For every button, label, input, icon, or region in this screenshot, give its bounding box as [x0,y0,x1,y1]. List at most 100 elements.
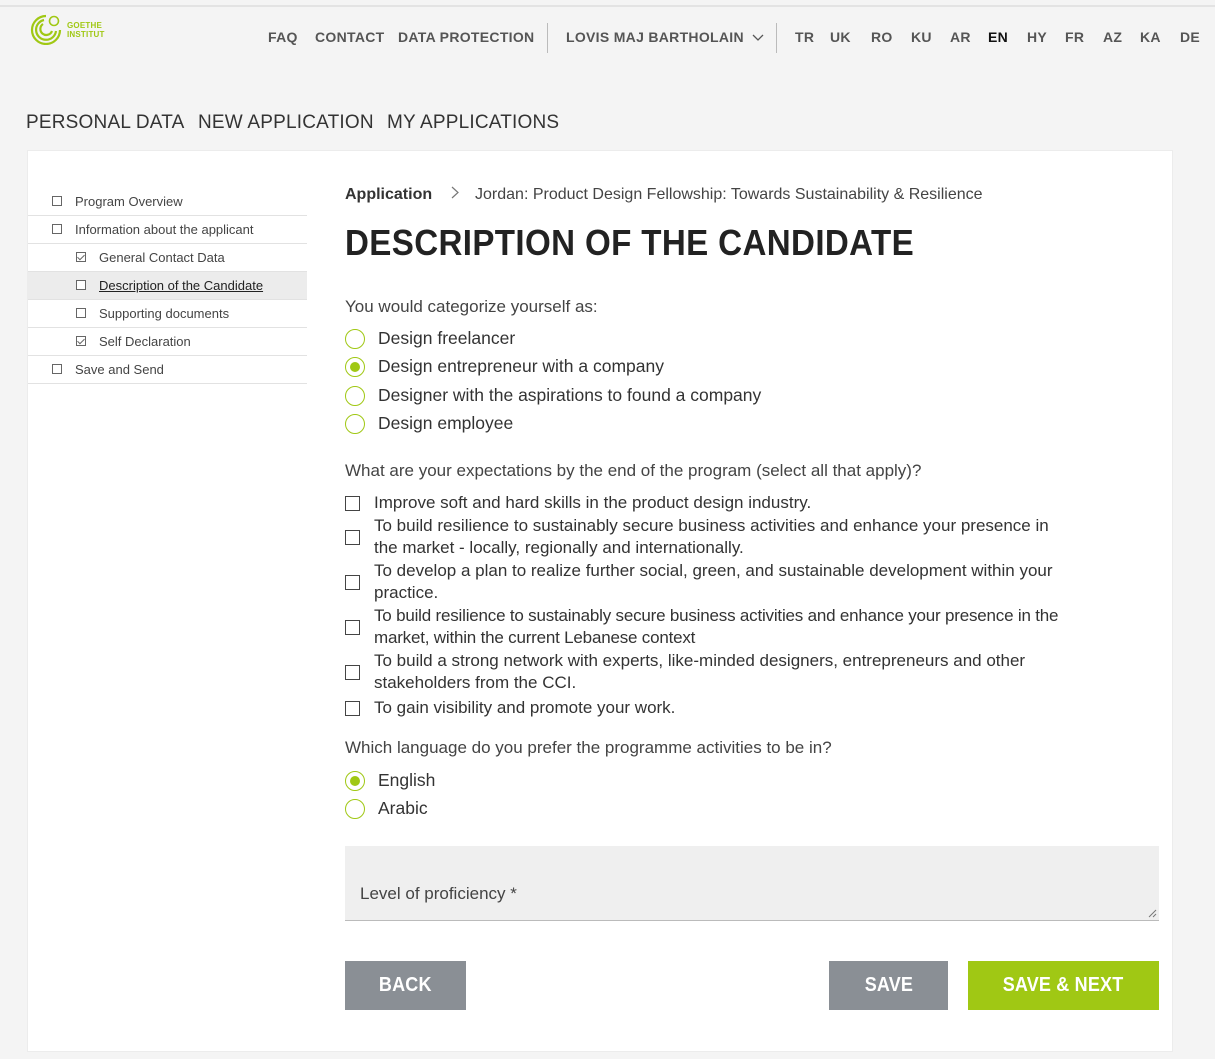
checkbox-label-line1: To develop a plan to realize further soc… [374,561,1053,580]
breadcrumb-current: Jordan: Product Design Fellowship: Towar… [475,186,983,203]
page-title: DESCRIPTION OF THE CANDIDATE [345,222,915,263]
lang-en[interactable]: EN [988,29,1008,45]
goethe-institut-logo[interactable]: GOETHE INSTITUT [27,13,137,49]
lang-az[interactable]: AZ [1103,29,1122,45]
top-border [0,5,1215,7]
question-language-label: Which language do you prefer the program… [345,738,832,757]
checkbox-label-line2: market, within the current Lebanese cont… [374,628,696,647]
user-name: LOVIS MAJ BARTHOLAIN [566,29,744,45]
breadcrumb: Application Jordan: Product Design Fello… [345,186,983,204]
sidebar-item-supporting-documents[interactable]: Supporting documents [28,300,307,328]
checkbox-label-line1: To build resilience to sustainably secur… [374,606,1059,625]
sidebar-item-label: Save and Send [75,362,164,377]
chevron-right-icon [451,186,459,204]
nav-faq[interactable]: FAQ [268,29,298,45]
checkbox-label-line2: practice. [374,583,439,602]
tab-personal-data[interactable]: PERSONAL DATA [26,112,185,134]
save-button[interactable]: SAVE [829,961,948,1010]
checkbox-label-line1: To build a strong network with experts, … [374,651,1026,670]
checkbox-icon [52,196,62,206]
sidebar-item-label: Self Declaration [99,334,191,349]
checkbox-build-resilience-lebanese[interactable]: To build resilience to sustainably secur… [345,605,1175,649]
checkbox-checked-icon [76,336,86,346]
logo-text-line2: INSTITUT [67,30,105,39]
checkbox-label-line1: To build resilience to sustainably secur… [374,516,1049,535]
sidebar-item-label: Information about the applicant [75,222,254,237]
tab-my-applications[interactable]: MY APPLICATIONS [387,112,559,134]
resize-handle-icon[interactable] [1147,908,1157,918]
save-and-next-label: SAVE & NEXT [1003,974,1124,996]
sidebar-item-save-and-send[interactable]: Save and Send [28,356,307,384]
radio-button-selected[interactable] [345,357,365,377]
save-button-label: SAVE [864,974,913,996]
checkbox-label: Improve soft and hard skills in the prod… [374,493,812,512]
nav-data-protection[interactable]: DATA PROTECTION [398,29,534,45]
user-menu[interactable]: LOVIS MAJ BARTHOLAIN [566,29,764,45]
back-button[interactable]: BACK [345,961,466,1010]
radio-label: English [378,770,436,790]
checkbox-build-resilience-market[interactable]: To build resilience to sustainably secur… [345,515,1175,559]
lang-ku[interactable]: KU [911,29,932,45]
checkbox[interactable] [345,665,360,680]
checkbox-icon [76,280,86,290]
radio-button[interactable] [345,799,365,819]
lang-ro[interactable]: RO [871,29,893,45]
radio-label: Arabic [378,798,428,818]
lang-ar[interactable]: AR [950,29,971,45]
nav-contact[interactable]: CONTACT [315,29,385,45]
sidebar-item-label: Supporting documents [99,306,230,321]
sidebar-item-information-about-applicant[interactable]: Information about the applicant [28,216,307,244]
radio-button[interactable] [345,386,365,406]
sidebar-item-label: Description of the Candidate [99,278,264,293]
sidebar-item-program-overview[interactable]: Program Overview [28,188,307,216]
checkbox[interactable] [345,701,360,716]
checkbox-icon [76,308,86,318]
sidebar-item-description-of-candidate[interactable]: Description of the Candidate [28,272,307,300]
checkbox-icon [52,224,62,234]
checkbox[interactable] [345,620,360,635]
checkbox[interactable] [345,575,360,590]
radio-button[interactable] [345,329,365,349]
checkbox-label: To gain visibility and promote your work… [374,698,676,717]
radio-label: Design freelancer [378,328,516,348]
chevron-down-icon [752,34,764,42]
radio-button[interactable] [345,414,365,434]
checkbox-label-line2: stakeholders from the CCI. [374,673,577,692]
lang-hy[interactable]: HY [1027,29,1047,45]
breadcrumb-root[interactable]: Application [345,186,432,203]
nav-divider [547,23,548,53]
checkbox-icon [52,364,62,374]
question-expectations-label: What are your expectations by the end of… [345,461,922,480]
question-category-label: You would categorize yourself as: [345,297,598,316]
proficiency-textarea[interactable]: Level of proficiency * [345,846,1159,921]
application-sidebar: Program Overview Information about the a… [28,188,307,384]
checkbox-gain-visibility[interactable]: To gain visibility and promote your work… [345,697,1175,719]
lang-tr[interactable]: TR [795,29,814,45]
logo-text-line1: GOETHE [67,21,102,30]
lang-de[interactable]: DE [1180,29,1200,45]
checkbox-label-line2: the market - locally, regionally and int… [374,538,744,557]
nav-divider [776,23,777,53]
lang-fr[interactable]: FR [1065,29,1084,45]
sidebar-item-label: General Contact Data [99,250,225,265]
sidebar-item-general-contact-data[interactable]: General Contact Data [28,244,307,272]
checkbox-build-network[interactable]: To build a strong network with experts, … [345,650,1175,694]
checkbox-develop-plan[interactable]: To develop a plan to realize further soc… [345,560,1175,604]
save-and-next-button[interactable]: SAVE & NEXT [968,961,1159,1010]
radio-button-selected[interactable] [345,771,365,791]
proficiency-label: Level of proficiency * [360,884,517,903]
checkbox[interactable] [345,530,360,545]
sidebar-item-label: Program Overview [75,194,183,209]
radio-label: Design entrepreneur with a company [378,356,664,376]
radio-label: Design employee [378,413,514,433]
sidebar-item-self-declaration[interactable]: Self Declaration [28,328,307,356]
checkbox-checked-icon [76,252,86,262]
checkbox-improve-skills[interactable]: Improve soft and hard skills in the prod… [345,492,1175,514]
logo-mark-icon [30,14,62,45]
checkbox[interactable] [345,496,360,511]
radio-label: Designer with the aspirations to found a… [378,385,762,405]
lang-uk[interactable]: UK [830,29,851,45]
back-button-label: BACK [379,974,432,996]
lang-ka[interactable]: KA [1140,29,1161,45]
tab-new-application[interactable]: NEW APPLICATION [198,112,374,134]
